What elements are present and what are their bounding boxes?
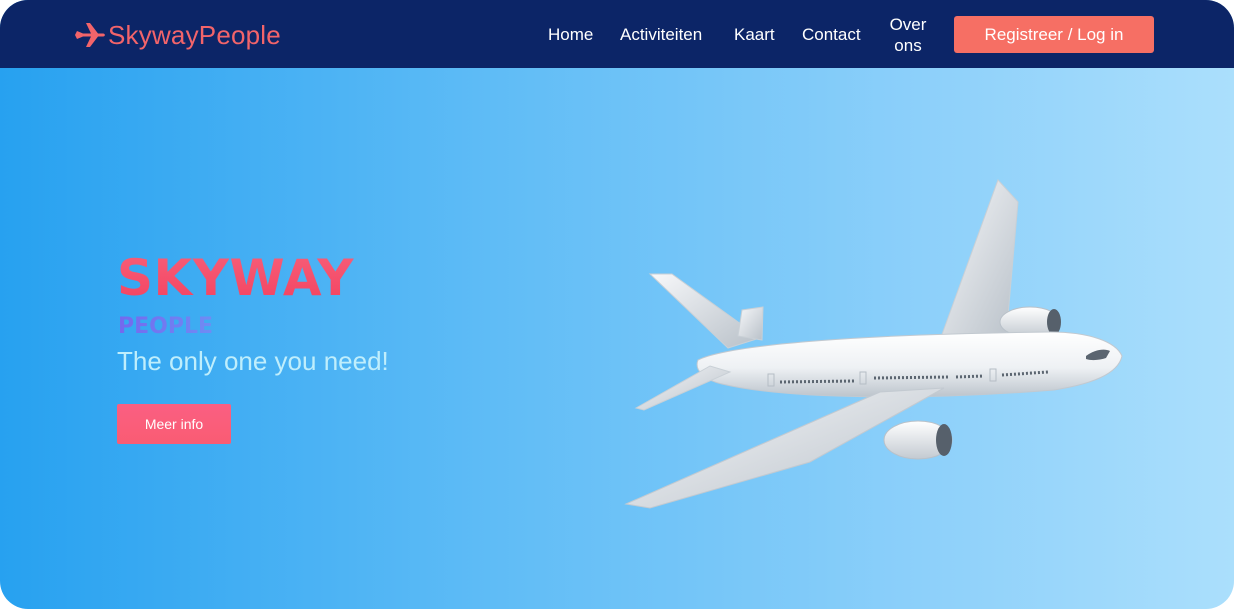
- hero-title: SKYWAY: [117, 249, 354, 307]
- hero-tagline: The only one you need!: [117, 346, 389, 376]
- passenger-jet-illustration: [624, 179, 1123, 509]
- fuselage: [696, 331, 1123, 398]
- nav-link-over-ons[interactable]: Over ons: [884, 14, 932, 56]
- nav-link-kaart[interactable]: Kaart: [734, 25, 775, 45]
- hero-subtitle: PEOPLE: [118, 314, 214, 339]
- meer-info-button[interactable]: Meer info: [117, 404, 231, 444]
- tail-stabilizer-lower: [634, 365, 732, 411]
- lower-engine-intake: [936, 424, 952, 456]
- register-login-button[interactable]: Registreer / Log in: [954, 16, 1154, 53]
- airplane-icon: [75, 23, 105, 47]
- upper-engine-intake: [1047, 309, 1061, 335]
- nav-link-activiteiten[interactable]: Activiteiten: [620, 25, 702, 45]
- brand-logo[interactable]: SkywayPeople: [74, 18, 281, 52]
- tail-fin: [737, 306, 764, 341]
- brand-name: SkywayPeople: [108, 19, 281, 50]
- page-frame: SkywayPeople Home Activiteiten Kaart Con…: [0, 0, 1234, 609]
- top-navbar: SkywayPeople Home Activiteiten Kaart Con…: [0, 0, 1234, 68]
- nav-link-home[interactable]: Home: [548, 25, 593, 45]
- nav-link-contact[interactable]: Contact: [802, 25, 861, 45]
